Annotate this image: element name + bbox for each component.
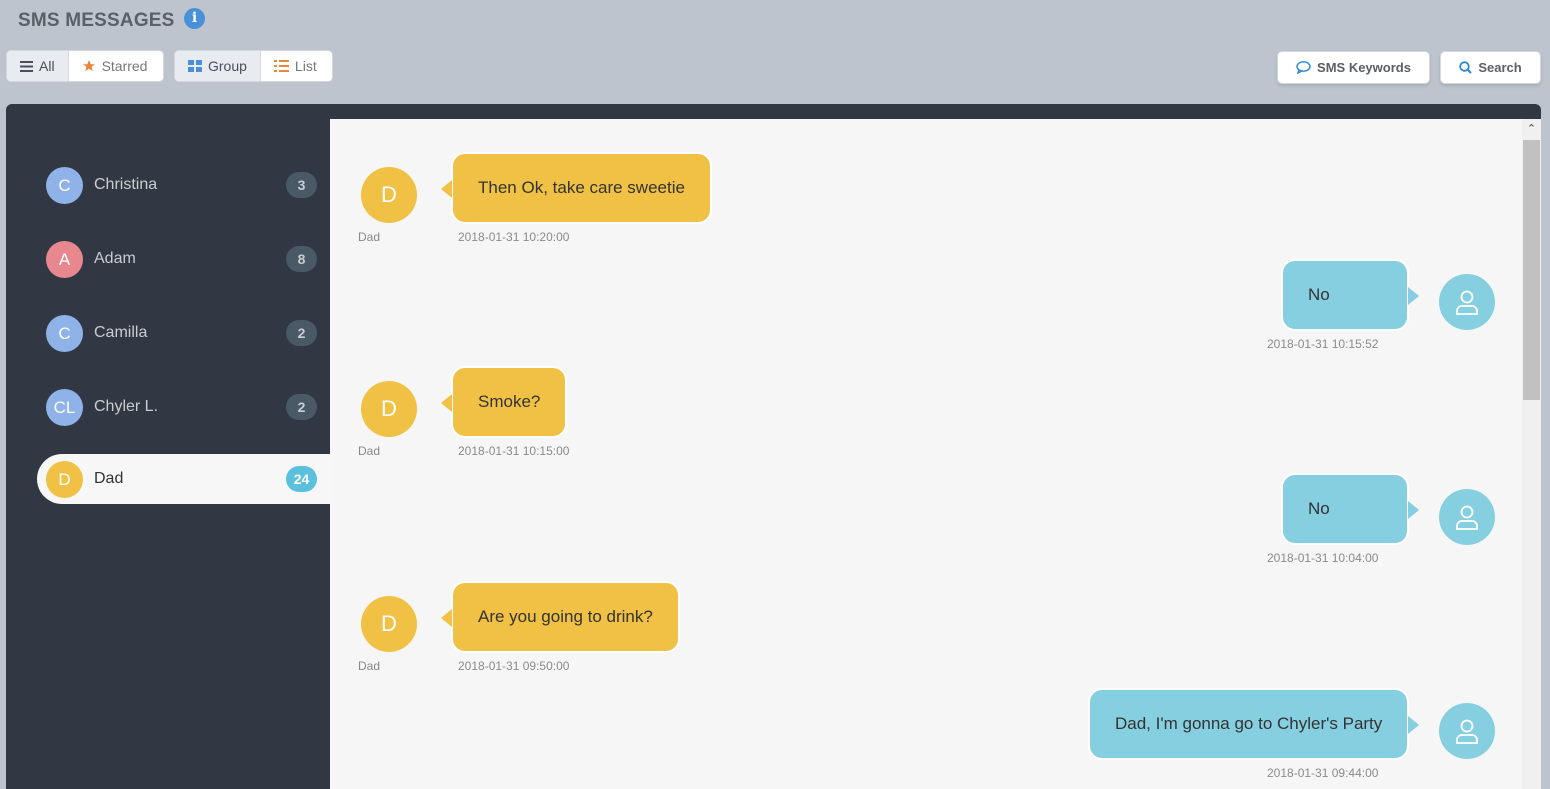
list-icon bbox=[273, 60, 289, 72]
unread-count-badge: 2 bbox=[286, 320, 317, 346]
message-bubble-incoming: Smoke? bbox=[440, 366, 568, 438]
user-icon bbox=[1456, 290, 1478, 315]
thread-scrollbar[interactable]: ⌃ bbox=[1522, 119, 1541, 789]
filter-all-label: All bbox=[39, 58, 55, 74]
sms-keywords-button[interactable]: SMS Keywords bbox=[1277, 51, 1430, 84]
unread-count-badge: 8 bbox=[286, 246, 317, 272]
message-bubble-outgoing: No bbox=[1281, 259, 1419, 331]
view-filter-group: All Starred bbox=[6, 50, 164, 82]
contact-item-adam[interactable]: A Adam 8 bbox=[37, 234, 330, 284]
unread-count-badge: 2 bbox=[286, 394, 317, 420]
contact-list: C Christina 3 A Adam 8 C Camilla 2 CL Ch… bbox=[6, 104, 330, 789]
avatar: D bbox=[361, 167, 417, 223]
filter-all-button[interactable]: All bbox=[7, 51, 68, 81]
message-bubble-outgoing: Dad, I'm gonna go to Chyler's Party bbox=[1088, 688, 1419, 760]
avatar: A bbox=[46, 240, 83, 278]
search-button[interactable]: Search bbox=[1440, 51, 1541, 84]
list-view-button[interactable]: List bbox=[259, 51, 330, 81]
contact-item-camilla[interactable]: C Camilla 2 bbox=[37, 308, 330, 358]
user-avatar bbox=[1439, 489, 1495, 545]
layout-toggle-group: Group List bbox=[174, 50, 333, 82]
contact-name: Dad bbox=[94, 470, 124, 487]
avatar: C bbox=[46, 314, 83, 352]
star-icon bbox=[82, 60, 95, 72]
scroll-thumb[interactable] bbox=[1523, 140, 1540, 400]
contact-item-dad[interactable]: D Dad 24 bbox=[37, 454, 330, 504]
avatar: CL bbox=[46, 388, 83, 426]
group-view-label: Group bbox=[208, 58, 247, 74]
filter-starred-button[interactable]: Starred bbox=[67, 51, 161, 81]
user-icon bbox=[1456, 719, 1478, 744]
contact-item-christina[interactable]: C Christina 3 bbox=[37, 160, 330, 210]
unread-count-badge: 24 bbox=[286, 466, 317, 492]
message-timestamp: 2018-01-31 10:15:00 bbox=[458, 444, 570, 458]
message-bubble-outgoing: No bbox=[1281, 473, 1419, 545]
sender-name: Dad bbox=[358, 659, 381, 673]
contact-name: Chyler L. bbox=[94, 398, 159, 415]
message-timestamp: 2018-01-31 09:50:00 bbox=[458, 659, 570, 673]
info-icon[interactable]: i bbox=[184, 8, 205, 29]
filter-starred-label: Starred bbox=[101, 58, 148, 74]
user-avatar bbox=[1439, 274, 1495, 330]
page-title: SMS MESSAGES bbox=[18, 10, 175, 31]
group-view-button[interactable]: Group bbox=[175, 51, 260, 81]
message-timestamp: 2018-01-31 10:04:00 bbox=[1267, 551, 1379, 565]
sms-keywords-label: SMS Keywords bbox=[1317, 60, 1411, 75]
message-bubble-incoming: Are you going to drink? bbox=[441, 581, 680, 653]
unread-count-badge: 3 bbox=[286, 172, 317, 198]
chat-bubble-icon bbox=[1296, 61, 1311, 74]
sender-name: Dad bbox=[358, 230, 381, 244]
contact-name: Adam bbox=[94, 250, 136, 267]
message-timestamp: 2018-01-31 09:44:00 bbox=[1267, 766, 1379, 780]
sender-name: Dad bbox=[358, 444, 381, 458]
avatar: D bbox=[361, 381, 417, 437]
user-avatar bbox=[1439, 703, 1495, 759]
message-bubble-incoming: Then Ok, take care sweetie bbox=[441, 152, 712, 224]
message-timestamp: 2018-01-31 10:15:52 bbox=[1267, 337, 1379, 351]
contact-name: Christina bbox=[94, 176, 158, 193]
search-label: Search bbox=[1478, 60, 1522, 75]
list-view-label: List bbox=[294, 58, 317, 74]
conversation-panel: C Christina 3 A Adam 8 C Camilla 2 CL Ch… bbox=[6, 104, 1541, 789]
scroll-up-arrow-icon[interactable]: ⌃ bbox=[1522, 119, 1541, 139]
user-icon bbox=[1456, 505, 1478, 530]
avatar: D bbox=[361, 596, 417, 652]
grid-icon bbox=[188, 60, 202, 72]
message-timestamp: 2018-01-31 10:20:00 bbox=[458, 230, 570, 244]
menu-icon bbox=[20, 60, 33, 72]
contact-item-chyler[interactable]: CL Chyler L. 2 bbox=[37, 382, 330, 432]
avatar: D bbox=[46, 460, 83, 498]
message-thread: D Dad Then Ok, take care sweetie 2018-01… bbox=[330, 119, 1522, 789]
search-icon bbox=[1459, 61, 1473, 74]
contact-name: Camilla bbox=[94, 324, 148, 341]
avatar: C bbox=[46, 166, 83, 204]
